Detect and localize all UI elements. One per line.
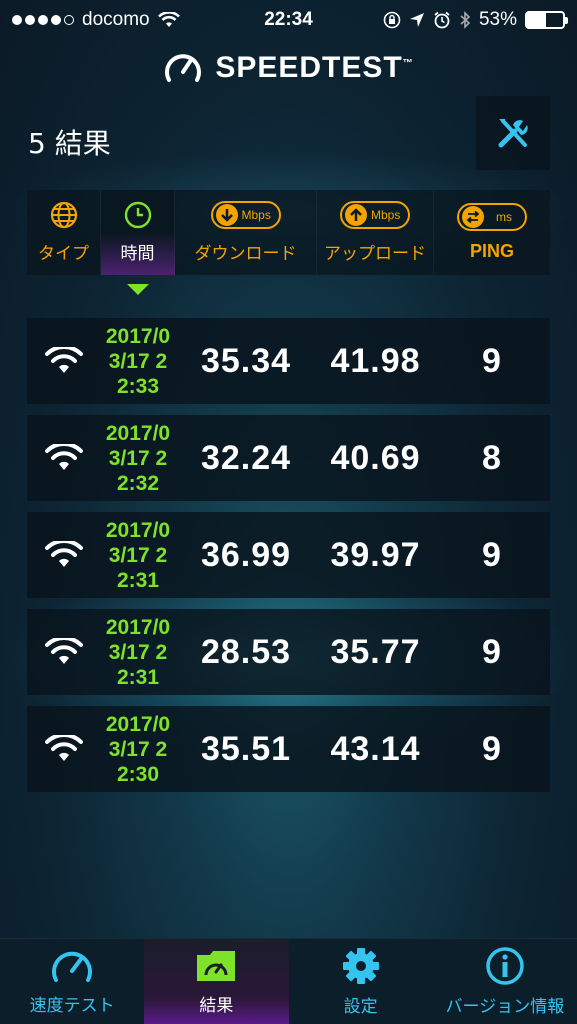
bluetooth-icon	[460, 11, 471, 29]
column-time[interactable]: 時間	[101, 190, 175, 275]
result-count: 5 結果	[28, 127, 111, 160]
status-bar: docomo 22:34 53%	[0, 0, 577, 40]
result-datetime: 2017/03/17 22:30	[101, 712, 175, 787]
wifi-icon	[45, 638, 83, 664]
result-datetime: 2017/03/17 22:31	[101, 518, 175, 593]
upload-unit: Mbps	[371, 208, 401, 222]
speedtest-gauge-icon	[165, 54, 202, 82]
ping-unit: ms	[496, 210, 512, 224]
result-download: 28.53	[200, 632, 292, 671]
column-ping[interactable]: ms PING	[434, 190, 550, 275]
result-ping: 9	[482, 341, 502, 380]
info-icon	[486, 947, 524, 985]
column-type-label: タイプ	[38, 244, 89, 264]
result-upload: 35.77	[330, 632, 421, 671]
tools-button[interactable]	[476, 96, 550, 170]
column-type[interactable]: タイプ	[27, 190, 101, 275]
results-folder-icon	[197, 951, 236, 981]
results-column-header: タイプ 時間 Mbps ダウンロード Mbps アップロード ms PING	[27, 190, 550, 275]
result-row[interactable]: 2017/03/17 22:32 32.24 40.69 8	[27, 415, 550, 501]
result-upload: 39.97	[330, 535, 421, 574]
location-arrow-icon	[409, 13, 424, 27]
result-row[interactable]: 2017/03/17 22:30 35.51 43.14 9	[27, 706, 550, 792]
upload-mbps-badge: Mbps	[340, 201, 410, 229]
battery-percent: 53%	[478, 9, 517, 30]
result-upload: 43.14	[330, 729, 421, 768]
wifi-status-icon	[157, 12, 180, 27]
result-row[interactable]: 2017/03/17 22:31 28.53 35.77 9	[27, 609, 550, 695]
tab-results-label: 結果	[199, 996, 234, 1016]
wifi-icon	[45, 541, 83, 567]
result-download: 35.34	[200, 341, 292, 380]
column-time-label: 時間	[120, 244, 155, 264]
ping-ms-badge: ms	[457, 203, 527, 231]
rotation-lock-icon	[383, 11, 401, 29]
result-ping: 8	[482, 438, 502, 477]
result-datetime: 2017/03/17 22:33	[101, 324, 175, 399]
tab-version-info[interactable]: バージョン情報	[433, 939, 577, 1024]
column-download-label: ダウンロード	[194, 244, 297, 264]
wifi-icon	[45, 444, 83, 470]
wifi-icon	[45, 347, 83, 373]
speedometer-icon	[52, 951, 93, 982]
result-datetime: 2017/03/17 22:31	[101, 615, 175, 690]
tab-settings[interactable]: 設定	[289, 939, 433, 1024]
speedtest-logo: SPEEDTEST™	[0, 48, 577, 88]
tab-settings-label: 設定	[343, 997, 378, 1017]
status-time: 22:34	[264, 9, 313, 30]
column-ping-label: PING	[469, 241, 514, 261]
tab-version-info-label: バージョン情報	[445, 997, 565, 1017]
download-unit: Mbps	[241, 208, 271, 222]
result-ping: 9	[482, 535, 502, 574]
globe-icon	[50, 201, 77, 229]
tab-speed-test-label: 速度テスト	[29, 996, 115, 1016]
sort-indicator-caret	[127, 284, 149, 295]
results-list: 2017/03/17 22:33 35.34 41.98 9 2017/03/1…	[27, 318, 550, 803]
result-row[interactable]: 2017/03/17 22:33 35.34 41.98 9	[27, 318, 550, 404]
result-ping: 9	[482, 729, 502, 768]
wifi-icon	[45, 735, 83, 761]
wrench-screwdriver-icon	[498, 119, 528, 148]
result-row[interactable]: 2017/03/17 22:31 36.99 39.97 9	[27, 512, 550, 598]
logo-trademark: ™	[402, 58, 414, 69]
download-arrow-icon	[220, 209, 233, 222]
column-upload-label: アップロード	[324, 244, 426, 264]
battery-icon	[525, 11, 568, 29]
result-ping: 9	[482, 632, 502, 671]
column-download[interactable]: Mbps ダウンロード	[175, 190, 317, 275]
result-upload: 41.98	[330, 341, 421, 380]
column-upload[interactable]: Mbps アップロード	[317, 190, 434, 275]
tab-speed-test[interactable]: 速度テスト	[0, 939, 144, 1024]
result-download: 36.99	[200, 535, 292, 574]
download-mbps-badge: Mbps	[210, 201, 281, 229]
signal-strength-icon	[12, 15, 74, 25]
carrier-name: docomo	[82, 9, 150, 30]
result-datetime: 2017/03/17 22:32	[101, 421, 175, 496]
result-upload: 40.69	[330, 438, 421, 477]
result-download: 35.51	[200, 729, 292, 768]
upload-arrow-icon	[350, 208, 362, 221]
clock-icon	[124, 201, 151, 229]
result-download: 32.24	[200, 438, 292, 477]
tab-results[interactable]: 結果	[144, 939, 289, 1024]
alarm-clock-icon	[434, 11, 450, 29]
logo-text: SPEEDTEST	[215, 51, 403, 84]
tab-bar: 速度テスト 結果 設定 バージョン情報	[0, 938, 577, 1024]
ping-arrows-icon	[466, 210, 480, 224]
gear-icon	[342, 948, 379, 984]
